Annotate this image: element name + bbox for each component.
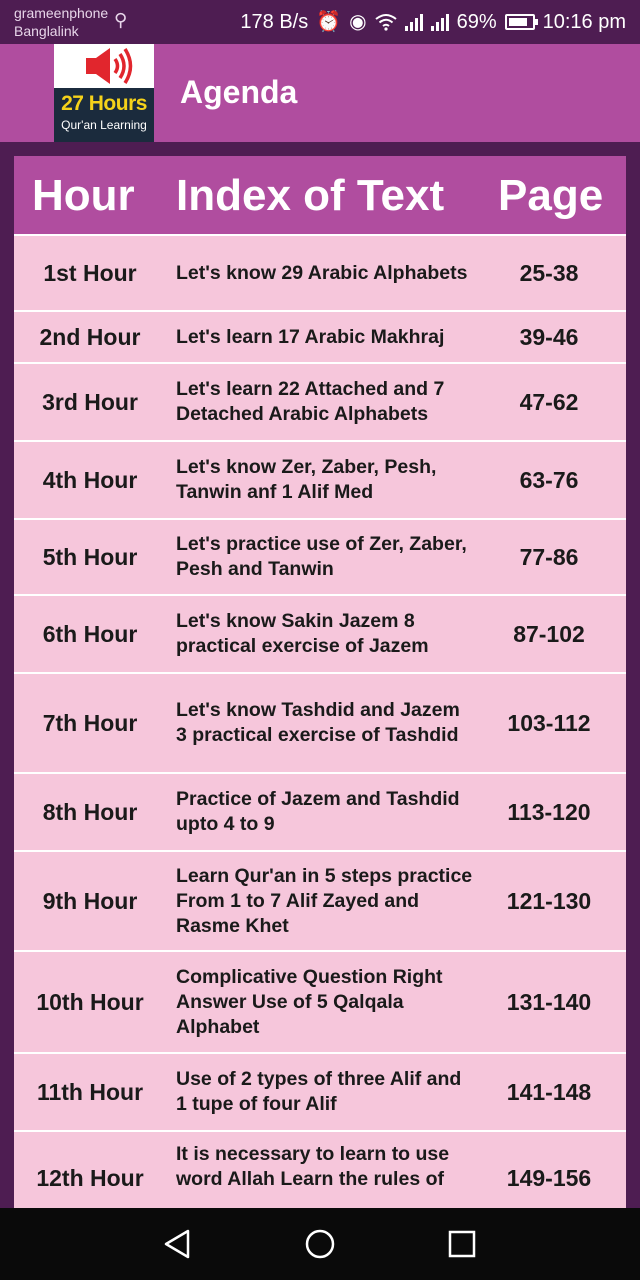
- row-page-range: 77-86: [519, 543, 579, 570]
- back-icon[interactable]: [160, 1226, 196, 1262]
- row-index-text: Let's know Sakin Jazem 8 practical exerc…: [176, 610, 429, 657]
- table-row[interactable]: 7th Hour Let's know Tashdid and Jazem 3 p…: [14, 672, 626, 772]
- status-icons: 178 B/s ⏰ ◉ 69% 10:16 pm: [240, 8, 626, 36]
- row-hour: 6th Hour: [42, 620, 138, 647]
- app-bar: 27 Hours Qur'an Learning Agenda: [0, 44, 640, 142]
- row-page-range: 103-112: [507, 709, 591, 736]
- status-bar: grameenphone Banglalink ⚲ 178 B/s ⏰ ◉ 69…: [0, 0, 640, 44]
- page-title: Agenda: [180, 74, 298, 110]
- clock: 10:16 pm: [542, 10, 626, 33]
- net-speed: 178 B/s: [240, 10, 309, 33]
- row-index-text: Use of 2 types of three Alif and 1 tupe …: [176, 1068, 462, 1115]
- row-hour: 10th Hour: [36, 988, 144, 1015]
- table-row[interactable]: 12th Hour It is necessary to learn to use…: [14, 1130, 626, 1194]
- table-row[interactable]: 2nd Hour Let's learn 17 Arabic Makhraj 39-…: [14, 310, 626, 362]
- table-row[interactable]: 8th Hour Practice of Jazem and Tashdid up…: [14, 772, 626, 850]
- row-index-text: Complicative Question Right Answer Use o…: [176, 965, 443, 1038]
- row-index-text: It is necessary to learn to use word All…: [176, 1143, 450, 1190]
- table-row[interactable]: 9th Hour Learn Qur'an in 5 steps practice…: [14, 850, 626, 950]
- row-hour: 3rd Hour: [42, 388, 138, 415]
- row-hour: 5th Hour: [42, 543, 138, 570]
- battery-fill: [508, 18, 527, 26]
- header-index: Index of Text: [176, 171, 445, 220]
- row-page-range: 63-76: [519, 466, 579, 493]
- row-index-text: Let's know Tashdid and Jazem 3 practical…: [176, 699, 460, 746]
- row-hour: 1st Hour: [43, 259, 137, 286]
- logo-hours-text: 27 Hours: [61, 92, 147, 115]
- row-hour: 11th Hour: [36, 1078, 144, 1105]
- wifi-icon: [374, 14, 397, 31]
- carrier-primary: grameenphone: [14, 5, 109, 21]
- header-page: Page: [498, 171, 604, 220]
- app-logo: 27 Hours Qur'an Learning: [54, 44, 154, 142]
- table-row[interactable]: 4th Hour Let's know Zer, Zaber, Pesh, Tan…: [14, 440, 626, 518]
- table-row[interactable]: 11th Hour Use of 2 types of three Alif an…: [14, 1052, 626, 1130]
- carrier-secondary: Banglalink: [14, 23, 79, 39]
- eye-icon: ◉: [349, 11, 367, 33]
- row-page-range: 121-130: [506, 887, 592, 914]
- home-icon[interactable]: [302, 1226, 338, 1262]
- row-page-range: 39-46: [519, 323, 579, 350]
- speaker-icon: [54, 44, 154, 88]
- row-index-text: Let's know 29 Arabic Alphabets: [176, 261, 468, 284]
- alarm-icon: ⏰: [316, 11, 342, 33]
- row-index-text: Learn Qur'an in 5 steps practice From 1 …: [176, 864, 473, 937]
- signal-icon: [430, 13, 449, 31]
- row-page-range: 87-102: [513, 620, 585, 647]
- table-row[interactable]: 5th Hour Let's practice use of Zer, Zaber…: [14, 518, 626, 594]
- table-row[interactable]: 3rd Hour Let's learn 22 Attached and 7 De…: [14, 362, 626, 440]
- row-hour: 9th Hour: [42, 887, 138, 914]
- row-hour: 4th Hour: [42, 466, 138, 493]
- row-hour: 8th Hour: [42, 798, 138, 825]
- table-header: Hour Index of Text Page: [14, 156, 626, 234]
- header-hour: Hour: [32, 171, 135, 220]
- row-hour: 7th Hour: [42, 709, 138, 736]
- battery-icon: [504, 14, 538, 30]
- row-index-text: Let's learn 22 Attached and 7 Detached A…: [176, 378, 445, 425]
- row-page-range: 141-148: [506, 1078, 592, 1105]
- row-index-text: Let's learn 17 Arabic Makhraj: [176, 325, 445, 348]
- carrier-names: grameenphone Banglalink: [14, 4, 108, 40]
- table-body: 1st Hour Let's know 29 Arabic Alphabets 25…: [14, 234, 626, 1194]
- battery-percent: 69%: [456, 10, 497, 33]
- usb-icon: ⚲: [114, 10, 128, 30]
- row-index-text: Practice of Jazem and Tashdid upto 4 to …: [176, 788, 460, 835]
- row-page-range: 131-140: [506, 988, 592, 1015]
- row-page-range: 25-38: [519, 259, 579, 286]
- signal-icon: [404, 13, 423, 31]
- row-page-range: 47-62: [519, 388, 579, 415]
- row-hour: 2nd Hour: [39, 323, 141, 350]
- row-index-text: Let's know Zer, Zaber, Pesh, Tanwin anf …: [176, 456, 437, 503]
- recent-apps-icon[interactable]: [444, 1226, 480, 1262]
- table-row[interactable]: 1st Hour Let's know 29 Arabic Alphabets 25…: [14, 234, 626, 310]
- row-hour: 12th Hour: [36, 1165, 144, 1191]
- row-index-text: Let's practice use of Zer, Zaber, Pesh a…: [176, 533, 467, 580]
- logo-subtitle: Qur'an Learning: [61, 118, 147, 132]
- row-page-range: 113-120: [507, 798, 591, 825]
- table-row[interactable]: 6th Hour Let's know Sakin Jazem 8 practic…: [14, 594, 626, 672]
- agenda-table[interactable]: Hour Index of Text Page 1st Hour Let's kn…: [14, 156, 626, 1208]
- row-page-range: 149-156: [506, 1165, 592, 1191]
- navigation-bar: [0, 1208, 640, 1280]
- table-row[interactable]: 10th Hour Complicative Question Right Ans…: [14, 950, 626, 1052]
